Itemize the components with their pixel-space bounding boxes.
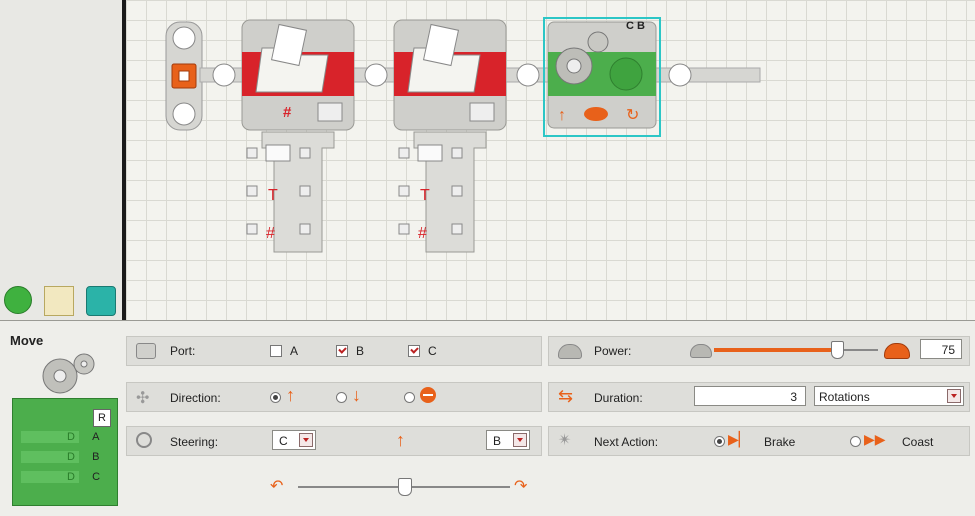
palette-tabs [0,283,122,320]
brake-icon: ▶▏ [728,431,750,447]
beam-connector [668,63,692,87]
common-palette-icon[interactable] [4,286,32,314]
direction-icon: ✣ [136,390,150,407]
power-icon [584,107,608,121]
coast-radio[interactable] [850,436,861,447]
steering-left-port-select[interactable]: C [272,430,316,450]
next-action-icon: ✴ [558,432,572,449]
steer-right-icon: ↷ [514,478,528,495]
port-row-a: D A [21,431,99,447]
beam-connector [516,63,540,87]
steer-left-icon: ↶ [270,478,284,495]
number-plug-icon: # [266,225,275,242]
numeric-icon: # [283,104,292,121]
power-value-field[interactable]: 75 [920,339,962,359]
coast-icon: ▶▶ [864,431,886,447]
gear-icon-small [587,31,609,53]
forward-arrow-icon: ↑ [286,385,295,405]
duration-value-field[interactable]: 3 [694,386,806,406]
move-block[interactable]: ↑ ↻ [543,17,661,137]
backward-arrow-icon: ↓ [352,385,361,405]
direction-stop-radio[interactable] [404,392,415,403]
steering-label: Steering: [170,435,219,449]
coast-label: Coast [902,435,934,449]
steering-forward-icon: ↑ [396,430,405,450]
steering-right-port-value: B [493,434,502,448]
chevron-down-icon[interactable] [299,433,313,447]
duration-unit-value: Rotations [819,390,870,404]
power-icon [558,344,582,359]
number-plug-icon: # [418,225,427,242]
port-a-label: A [92,431,100,443]
port-label: Port: [170,344,196,358]
duration-icon: ⇆ [558,386,574,406]
start-plug[interactable] [165,21,203,131]
complete-palette-icon[interactable] [44,286,74,316]
file-access-block-2[interactable]: T # [393,19,507,253]
duration-value: 3 [790,390,797,404]
block-title: Move [10,333,44,348]
port-b-label: B [92,451,100,463]
close-file-icon [469,102,495,122]
port-c-value: D [21,471,79,483]
beam-connector [212,63,236,87]
direction-label: Direction: [170,391,221,405]
move-gear-icon [42,353,95,394]
steering-left-port-value: C [279,434,288,448]
steering-icon [136,432,152,448]
port-c-checkbox[interactable] [408,345,420,357]
power-slider-fill [714,348,837,352]
custom-palette-icon[interactable] [86,286,116,316]
duration-label: Duration: [594,391,643,405]
port-row-c: D C [21,471,100,487]
port-a-checkbox[interactable] [270,345,282,357]
duration-icon: ↻ [626,107,639,124]
move-block-ports-label: C B [626,20,645,32]
direction-forward-radio[interactable] [270,392,281,403]
beam-connector [364,63,388,87]
power-slider-thumb[interactable] [831,341,844,359]
next-action-label: Next Action: [594,435,659,449]
port-b-value: D [21,451,79,463]
chevron-down-icon[interactable] [947,389,961,403]
read-icon [317,102,343,122]
chevron-down-icon[interactable] [513,433,527,447]
port-c-label: C [92,471,101,483]
port-a-value: D [21,431,79,443]
folder-plug-icon [265,144,291,162]
reset-button[interactable]: R [93,409,111,427]
port-icon [136,343,156,359]
stop-icon [420,387,436,403]
steering-slider-thumb[interactable] [398,478,412,496]
power-label: Power: [594,344,632,358]
port-b-checkbox[interactable] [336,345,348,357]
program-blocks: # T # T # ↑ ↻ [165,17,761,253]
port-row-b: D B [21,451,99,467]
power-high-icon [884,343,910,359]
direction-arrow-icon: ↑ [558,107,566,124]
motor-icon [609,57,643,91]
brake-label: Brake [764,435,796,449]
port-b-option-label: B [356,344,365,358]
folder-plug-icon [417,144,443,162]
port-c-option-label: C [428,344,437,358]
duration-unit-select[interactable]: Rotations [814,386,964,406]
power-value: 75 [941,343,955,357]
power-low-icon [690,344,712,358]
text-plug-icon: T [420,187,430,204]
port-feedback-box: R D A D B D C [12,398,118,506]
port-a-option-label: A [290,344,299,358]
direction-backward-radio[interactable] [336,392,347,403]
text-plug-icon: T [268,187,278,204]
brake-radio[interactable] [714,436,725,447]
steering-right-port-select[interactable]: B [486,430,530,450]
file-access-block-1[interactable]: # T # [241,19,355,253]
